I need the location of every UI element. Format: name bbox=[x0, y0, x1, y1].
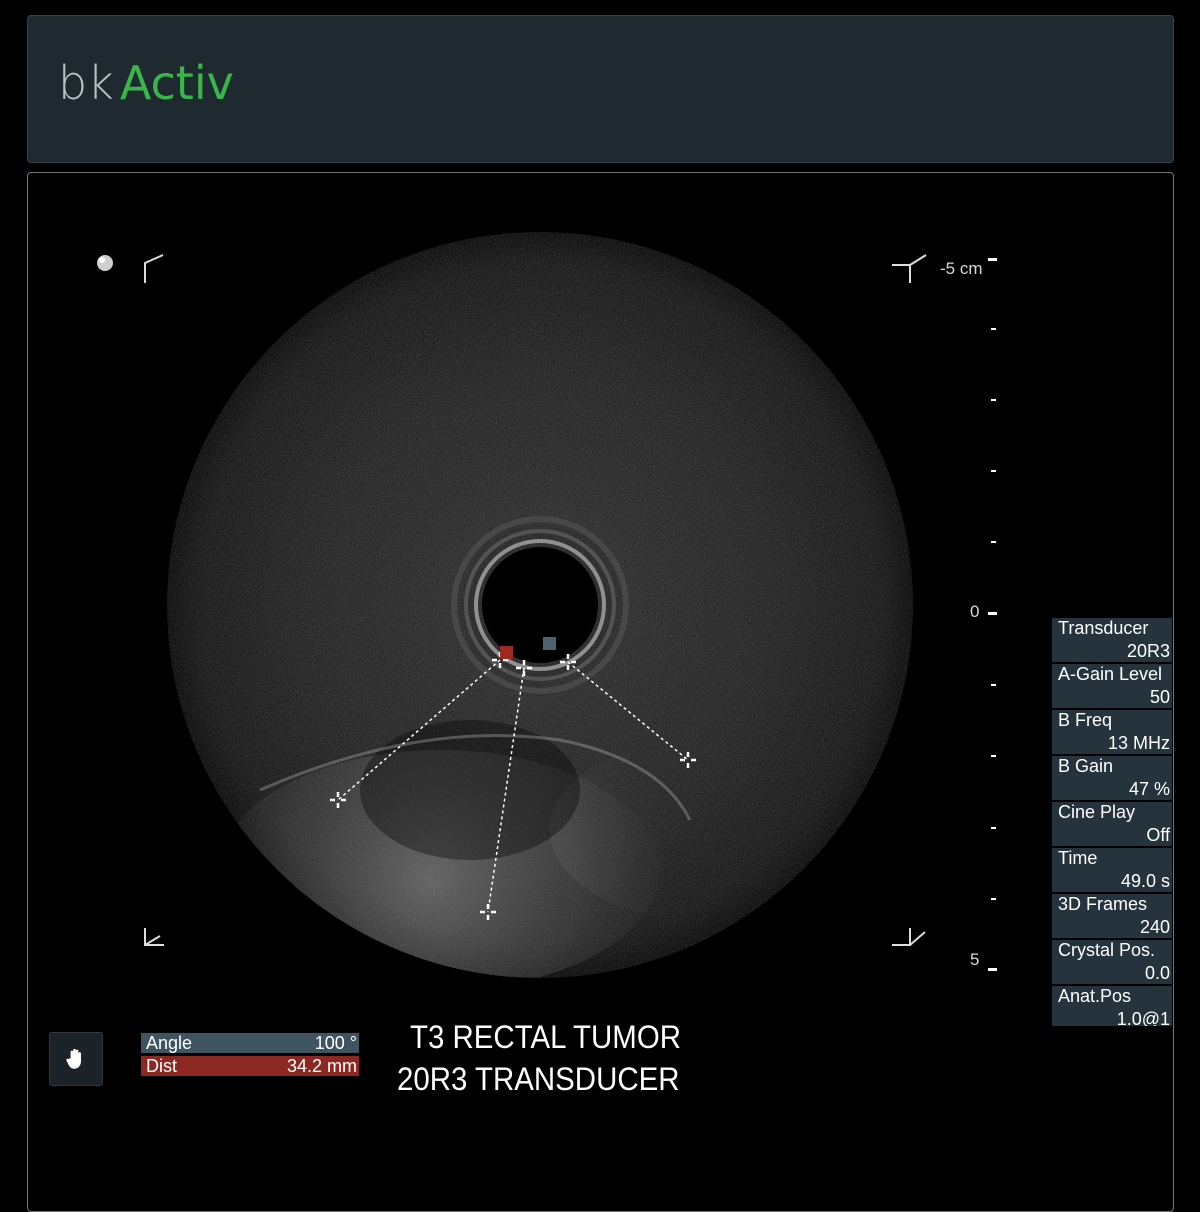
param-time[interactable]: Time 49.0 s bbox=[1052, 848, 1172, 892]
param-cine-play[interactable]: Cine Play Off bbox=[1052, 802, 1172, 846]
param-a-gain-level[interactable]: A-Gain Level 50 bbox=[1052, 664, 1172, 708]
caliper-marker-blue[interactable] bbox=[543, 637, 556, 650]
param-b-gain[interactable]: B Gain 47 % bbox=[1052, 756, 1172, 800]
param-b-freq[interactable]: B Freq 13 MHz bbox=[1052, 710, 1172, 754]
param-anat-pos[interactable]: Anat.Pos 1.0@1 bbox=[1052, 986, 1172, 1026]
param-crystal-pos[interactable]: Crystal Pos. 0.0 bbox=[1052, 940, 1172, 984]
hand-icon bbox=[66, 1048, 81, 1069]
depth-zero-label: 0 bbox=[970, 602, 980, 621]
caliper-marker-red[interactable] bbox=[500, 646, 513, 659]
param-transducer[interactable]: Transducer 20R3 bbox=[1052, 618, 1172, 662]
image-caption-line2: 20R3 TRANSDUCER bbox=[397, 1061, 680, 1097]
depth-bottom-label: 5 bbox=[970, 950, 980, 969]
image-caption-line1: T3 RECTAL TUMOR bbox=[410, 1019, 681, 1055]
depth-scale bbox=[988, 258, 997, 971]
depth-top-label: -5 cm bbox=[940, 259, 983, 278]
angle-readout: Angle 100 ° bbox=[141, 1033, 359, 1053]
distance-readout: Dist 34.2 mm bbox=[141, 1056, 359, 1076]
parameter-panel: Transducer 20R3 A-Gain Level 50 B Freq 13 M… bbox=[1052, 618, 1172, 1026]
orientation-marker-icon bbox=[97, 255, 113, 271]
pan-tool-button[interactable] bbox=[49, 1032, 103, 1086]
probe-lumen bbox=[482, 547, 598, 663]
param-3d-frames[interactable]: 3D Frames 240 bbox=[1052, 894, 1172, 938]
